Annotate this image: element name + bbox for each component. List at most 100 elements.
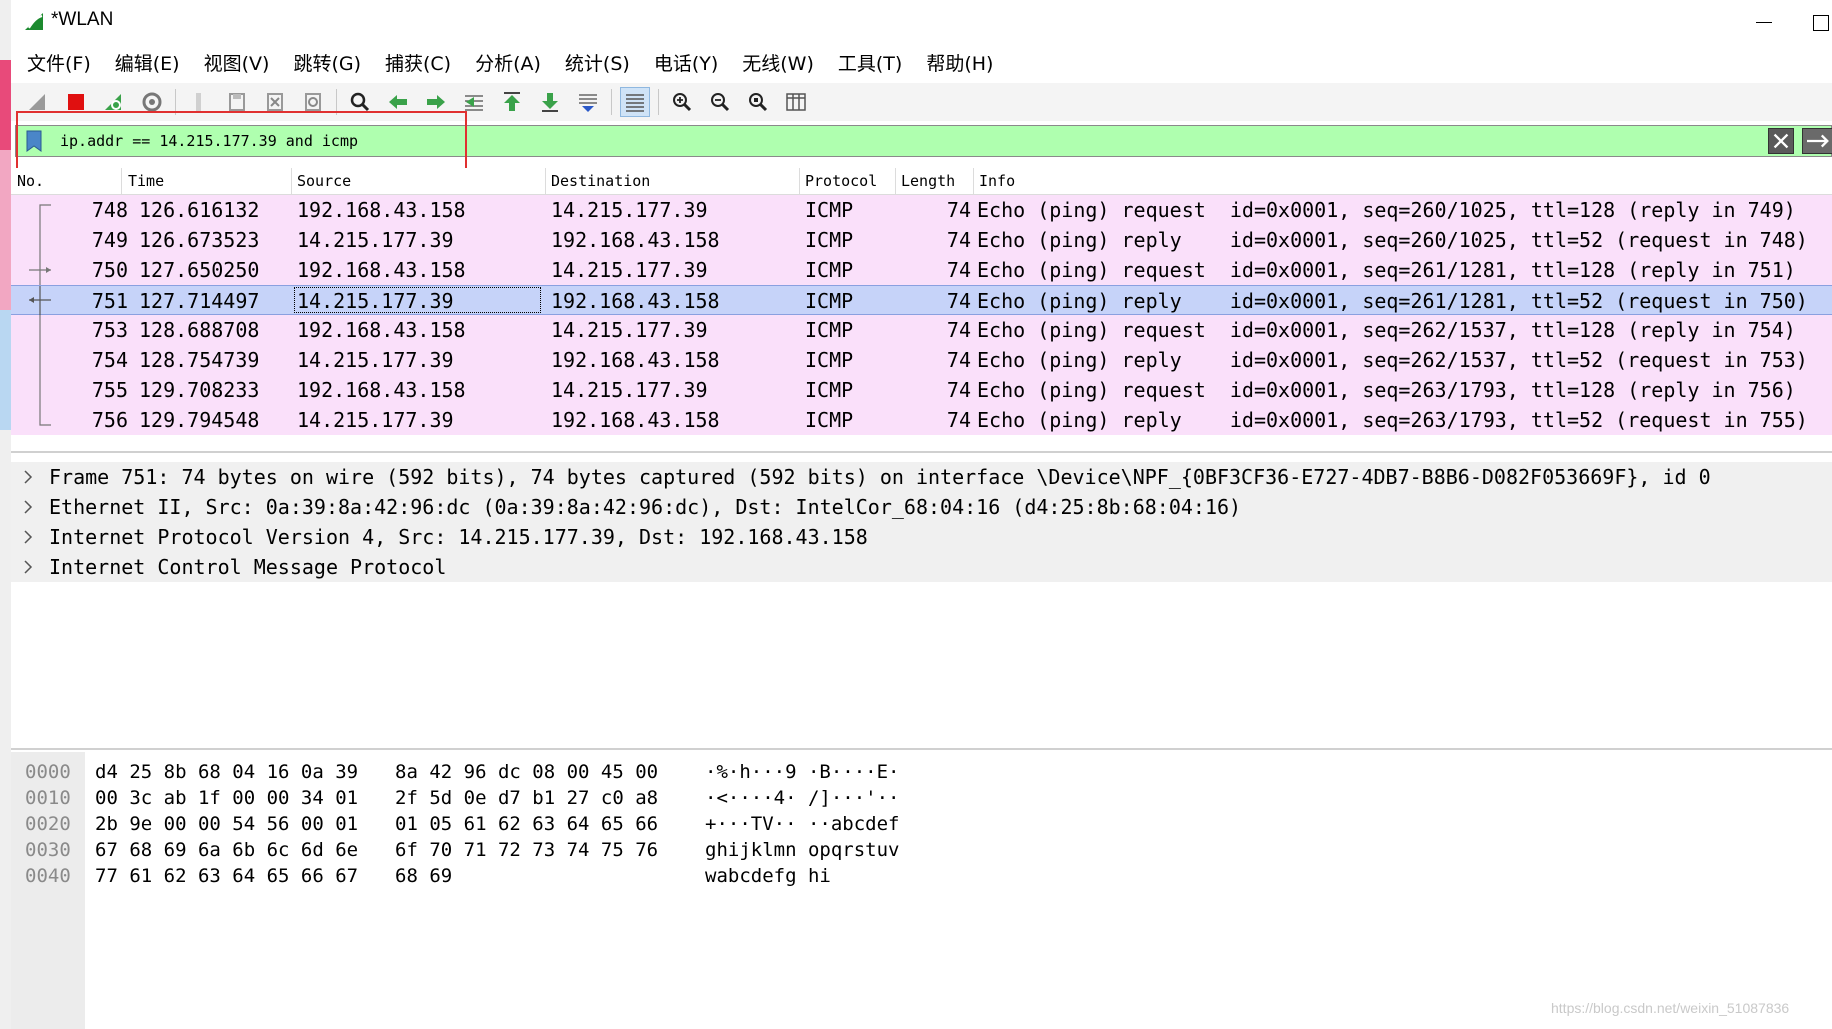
hex-bytes: 68 69 xyxy=(395,865,453,887)
tree-item-ethernet[interactable]: Ethernet II, Src: 0a:39:8a:42:96:dc (0a:… xyxy=(11,492,1832,522)
column-divider[interactable] xyxy=(895,168,896,194)
save-file-icon[interactable] xyxy=(222,87,252,117)
normal-size-icon[interactable] xyxy=(743,87,773,117)
packet-destination: 192.168.43.158 xyxy=(551,289,720,313)
packet-row[interactable]: 754 128.754739 14.215.177.39 192.168.43.… xyxy=(11,345,1832,375)
packet-no: 754 xyxy=(91,348,128,372)
bytes-row[interactable]: 0040 77 61 62 63 64 65 66 67 68 69 wabcd… xyxy=(11,865,1832,891)
packet-source: 14.215.177.39 xyxy=(297,289,454,313)
byte-offset: 0040 xyxy=(25,865,71,887)
column-header-no[interactable]: No. xyxy=(17,172,44,194)
packet-destination: 14.215.177.39 xyxy=(551,258,708,282)
hex-bytes: 00 3c ab 1f 00 00 34 01 xyxy=(95,787,359,809)
menu-telephony[interactable]: 电话(Y) xyxy=(654,49,718,76)
capture-options-icon[interactable] xyxy=(137,87,167,117)
menu-view[interactable]: 视图(V) xyxy=(204,49,270,76)
related-last-icon xyxy=(39,405,51,426)
reload-file-icon[interactable] xyxy=(298,87,328,117)
go-last-icon[interactable] xyxy=(535,87,565,117)
column-header-source[interactable]: Source xyxy=(297,172,351,194)
ascii-bytes: ghijklmn opqrstuv xyxy=(705,839,900,861)
shark-fin-icon[interactable] xyxy=(23,87,53,117)
bytes-row[interactable]: 0000 d4 25 8b 68 04 16 0a 39 8a 42 96 dc… xyxy=(11,761,1832,787)
zoom-in-icon[interactable] xyxy=(667,87,697,117)
tree-item-ipv4[interactable]: Internet Protocol Version 4, Src: 14.215… xyxy=(11,522,1832,552)
tree-item-frame[interactable]: Frame 751: 74 bytes on wire (592 bits), … xyxy=(11,462,1832,492)
packet-no: 755 xyxy=(91,378,128,402)
packet-time: 129.708233 xyxy=(139,378,260,402)
stop-capture-icon[interactable] xyxy=(61,87,91,117)
find-packet-icon[interactable] xyxy=(345,87,375,117)
menu-edit[interactable]: 编辑(E) xyxy=(115,49,180,76)
packet-row[interactable]: 748 126.616132 192.168.43.158 14.215.177… xyxy=(11,195,1832,225)
go-to-packet-icon[interactable] xyxy=(459,87,489,117)
bytes-row[interactable]: 0010 00 3c ab 1f 00 00 34 01 2f 5d 0e d7… xyxy=(11,787,1832,813)
packet-destination: 14.215.177.39 xyxy=(551,198,708,222)
column-header-time[interactable]: Time xyxy=(128,172,164,194)
hex-bytes: 67 68 69 6a 6b 6c 6d 6e xyxy=(95,839,359,861)
packet-info: Echo (ping) request id=0x0001, seq=260/1… xyxy=(977,198,1796,222)
menu-file[interactable]: 文件(F) xyxy=(27,49,91,76)
reply-arrow-icon xyxy=(29,286,51,316)
packet-row-selected[interactable]: 751 127.714497 14.215.177.39 192.168.43.… xyxy=(11,285,1832,316)
tree-item-label: Internet Protocol Version 4, Src: 14.215… xyxy=(49,525,868,549)
close-file-icon[interactable] xyxy=(260,87,290,117)
tree-item-icmp[interactable]: Internet Control Message Protocol xyxy=(11,552,1832,582)
tree-item-label: Frame 751: 74 bytes on wire (592 bits), … xyxy=(49,465,1711,489)
maximize-button[interactable] xyxy=(1801,8,1832,36)
display-filter-input[interactable]: ip.addr == 14.215.177.39 and icmp xyxy=(60,132,358,150)
chevron-right-icon[interactable] xyxy=(19,466,39,488)
minimize-button[interactable] xyxy=(1746,8,1786,36)
menu-statistics[interactable]: 统计(S) xyxy=(565,49,630,76)
byte-offset: 0030 xyxy=(25,839,71,861)
menu-tools[interactable]: 工具(T) xyxy=(838,49,902,76)
chevron-right-icon[interactable] xyxy=(19,496,39,518)
menu-help[interactable]: 帮助(H) xyxy=(926,49,993,76)
menu-analyze[interactable]: 分析(A) xyxy=(475,49,541,76)
packet-row[interactable]: 750 127.650250 192.168.43.158 14.215.177… xyxy=(11,255,1832,285)
column-header-protocol[interactable]: Protocol xyxy=(805,172,877,194)
go-back-icon[interactable] xyxy=(383,87,413,117)
restart-capture-icon[interactable] xyxy=(99,87,129,117)
resize-columns-icon[interactable] xyxy=(781,87,811,117)
display-filter-bar[interactable]: ip.addr == 14.215.177.39 and icmp xyxy=(15,125,1832,157)
chevron-right-icon[interactable] xyxy=(19,526,39,548)
packet-length: 74 xyxy=(946,408,971,432)
ascii-bytes: +···TV·· ··abcdef xyxy=(705,813,900,835)
packet-destination: 14.215.177.39 xyxy=(551,378,708,402)
column-divider[interactable] xyxy=(799,168,800,194)
packet-row[interactable]: 756 129.794548 14.215.177.39 192.168.43.… xyxy=(11,405,1832,435)
go-forward-icon[interactable] xyxy=(421,87,451,117)
auto-scroll-icon[interactable] xyxy=(573,87,603,117)
bookmark-icon[interactable] xyxy=(26,130,42,152)
packet-source: 14.215.177.39 xyxy=(297,408,454,432)
column-divider[interactable] xyxy=(121,168,122,194)
menu-capture[interactable]: 捕获(C) xyxy=(385,49,451,76)
column-divider[interactable] xyxy=(545,168,546,194)
ascii-bytes: ·%·h···9 ·B····E· xyxy=(705,761,900,783)
colorize-icon[interactable] xyxy=(620,87,650,117)
menu-wireless[interactable]: 无线(W) xyxy=(742,49,814,76)
chevron-right-icon[interactable] xyxy=(19,556,39,578)
go-first-icon[interactable] xyxy=(497,87,527,117)
packet-time: 126.616132 xyxy=(139,198,260,222)
column-header-length[interactable]: Length xyxy=(901,172,955,194)
clear-filter-button[interactable] xyxy=(1768,128,1794,154)
packet-row[interactable]: 753 128.688708 192.168.43.158 14.215.177… xyxy=(11,315,1832,345)
column-divider[interactable] xyxy=(973,168,974,194)
zoom-out-icon[interactable] xyxy=(705,87,735,117)
bytes-row[interactable]: 0030 67 68 69 6a 6b 6c 6d 6e 6f 70 71 72… xyxy=(11,839,1832,865)
apply-filter-button[interactable] xyxy=(1802,128,1832,154)
packet-row[interactable]: 755 129.708233 192.168.43.158 14.215.177… xyxy=(11,375,1832,405)
column-header-destination[interactable]: Destination xyxy=(551,172,650,194)
packet-no: 749 xyxy=(91,228,128,252)
open-file-icon[interactable] xyxy=(184,87,214,117)
packet-row[interactable]: 749 126.673523 14.215.177.39 192.168.43.… xyxy=(11,225,1832,255)
column-divider[interactable] xyxy=(291,168,292,194)
packet-protocol: ICMP xyxy=(805,228,854,252)
bytes-row[interactable]: 0020 2b 9e 00 00 54 56 00 01 01 05 61 62… xyxy=(11,813,1832,839)
column-header-info[interactable]: Info xyxy=(979,172,1015,194)
packet-length: 74 xyxy=(946,198,971,222)
menu-go[interactable]: 跳转(G) xyxy=(293,49,361,76)
byte-offset: 0000 xyxy=(25,761,71,783)
